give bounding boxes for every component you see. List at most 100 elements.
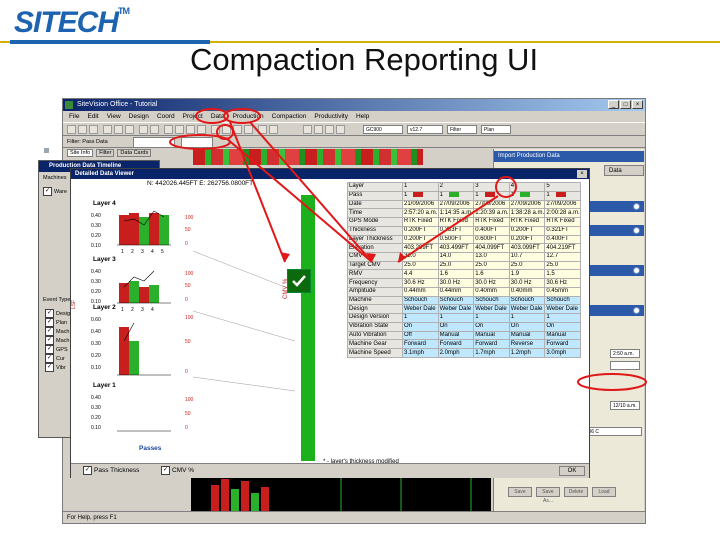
zoom-out-icon[interactable] — [175, 125, 184, 134]
save-as-button[interactable]: Save As... — [536, 487, 560, 504]
load-button[interactable]: Load — [592, 487, 616, 497]
table-cell[interactable]: On — [544, 321, 581, 332]
measure-icon[interactable] — [303, 125, 312, 134]
table-cell[interactable]: 0.40mm — [473, 286, 510, 297]
menu-coord[interactable]: Coord — [157, 111, 175, 122]
table-cell[interactable]: 1:38:28 a.m. — [508, 208, 546, 219]
print-icon[interactable] — [139, 125, 148, 134]
table-cell[interactable]: 1 — [437, 190, 475, 201]
table-cell[interactable]: RTK Fixed — [473, 217, 510, 227]
table-cell[interactable]: Manual — [473, 330, 510, 341]
production-icon[interactable] — [222, 125, 231, 134]
table-cell[interactable]: 25.0 — [473, 260, 510, 271]
table-cell[interactable]: 27/09/2006 — [437, 199, 475, 210]
table-cell[interactable]: 33.0 — [402, 251, 439, 262]
table-cell[interactable]: 13.0 — [473, 251, 510, 262]
maximize-button[interactable]: □ — [620, 100, 631, 109]
report-icon[interactable] — [233, 125, 242, 134]
table-cell[interactable]: Schouch — [473, 295, 510, 306]
table-cell[interactable]: Weber Dale — [437, 304, 475, 315]
menu-production[interactable]: Production — [233, 111, 264, 122]
table-cell[interactable]: Manual — [437, 330, 475, 341]
table-cell[interactable]: 3.1mph — [402, 348, 439, 358]
table-cell[interactable]: 0.600FT — [473, 234, 510, 245]
table-cell[interactable]: Off — [402, 330, 439, 341]
table-cell[interactable]: 0.44mm — [437, 286, 475, 297]
paste-icon[interactable] — [125, 125, 134, 134]
table-cell[interactable]: Forward — [402, 339, 439, 350]
pan-icon[interactable] — [186, 125, 195, 134]
table-cell[interactable]: On — [473, 321, 510, 332]
table-cell[interactable]: 27/09/2006 — [473, 199, 510, 210]
table-cell[interactable]: RTK Fixed — [508, 217, 546, 227]
data-button[interactable]: Data — [604, 165, 644, 176]
table-cell[interactable]: 5 — [544, 182, 581, 192]
table-cell[interactable]: 1 — [437, 313, 475, 323]
table-cell[interactable]: 1 — [473, 313, 510, 323]
table-cell[interactable]: 1:20:39 a.m. — [473, 208, 510, 219]
table-cell[interactable]: 0.44mm — [402, 286, 439, 297]
time-start-combo[interactable]: 12/10 a.m. — [610, 401, 640, 410]
table-cell[interactable]: 30.6 Hz — [402, 278, 439, 288]
chart-icon[interactable] — [244, 125, 253, 134]
table-cell[interactable]: 0.500FT — [437, 234, 475, 245]
coord-field[interactable] — [181, 137, 213, 148]
table-cell[interactable]: On — [437, 321, 475, 332]
event-item[interactable]: ✓ GPS — [45, 345, 70, 354]
table-cell[interactable]: 403.099FT — [508, 243, 546, 253]
table-cell[interactable]: 25.0 — [402, 260, 439, 271]
table-cell[interactable]: 25.0 — [508, 260, 546, 271]
table-cell[interactable]: 1.7mph — [473, 348, 510, 358]
table-cell[interactable]: 0.200FT — [402, 234, 439, 245]
table-cell[interactable]: 3 — [473, 182, 510, 192]
event-item[interactable]: ✓ Desig — [45, 309, 70, 318]
table-cell[interactable]: 3.0mph — [544, 348, 581, 358]
expand-icon[interactable] — [633, 267, 640, 274]
tab-filter[interactable]: Filter — [96, 149, 115, 157]
table-cell[interactable]: 0.400FT — [473, 225, 510, 236]
table-cell[interactable]: Manual — [544, 330, 581, 341]
table-cell[interactable]: Weber Dale — [402, 304, 439, 315]
table-cell[interactable]: Forward — [437, 339, 475, 350]
expand-icon[interactable] — [633, 227, 640, 234]
table-cell[interactable]: 1 — [544, 313, 581, 323]
machine-combo[interactable]: GC900 — [363, 125, 403, 134]
table-cell[interactable]: 1 — [508, 313, 546, 323]
table-cell[interactable]: 0.200FT — [508, 234, 546, 245]
table-cell[interactable]: 1.6 — [437, 269, 475, 280]
table-cell[interactable]: On — [402, 321, 439, 332]
import-production-header[interactable]: Import Production Data — [494, 151, 644, 162]
table-cell[interactable]: RTK Fixed — [544, 217, 581, 227]
table-cell[interactable]: Schouch — [402, 295, 439, 306]
close-button[interactable]: × — [632, 100, 643, 109]
table-cell[interactable]: On — [508, 321, 546, 332]
save-icon[interactable] — [89, 125, 98, 134]
table-cell[interactable]: 10.7 — [508, 251, 546, 262]
save-button[interactable]: Save — [508, 487, 532, 497]
table-cell[interactable]: Schouch — [508, 295, 546, 306]
table-cell[interactable]: 0.321FT — [544, 225, 581, 236]
table-cell[interactable]: Weber Dale — [473, 304, 510, 315]
filter-value-field[interactable] — [133, 137, 175, 148]
menu-help[interactable]: Help — [356, 111, 369, 122]
table-cell[interactable]: 14.0 — [437, 251, 475, 262]
flag-icon[interactable] — [314, 125, 323, 134]
time-combo[interactable]: 2:50 a.m. — [610, 349, 640, 358]
table-cell[interactable]: 1 — [402, 182, 439, 192]
table-cell[interactable]: 25.0 — [544, 260, 581, 271]
expand-icon[interactable] — [633, 307, 640, 314]
table-cell[interactable]: 0.45mm — [544, 286, 581, 297]
minimize-button[interactable]: _ — [608, 100, 619, 109]
table-cell[interactable]: 1 — [473, 190, 510, 201]
zoom-in-icon[interactable] — [164, 125, 173, 134]
table-cell[interactable]: 2 — [437, 182, 475, 192]
menu-view[interactable]: View — [107, 111, 121, 122]
table-cell[interactable]: 0.200FT — [402, 225, 439, 236]
table-cell[interactable]: Schouch — [544, 295, 581, 306]
ok-button[interactable]: OK — [559, 466, 585, 476]
table-cell[interactable]: 1.6 — [473, 269, 510, 280]
new-icon[interactable] — [67, 125, 76, 134]
settings-icon[interactable] — [336, 125, 345, 134]
table-cell[interactable]: 1.5 — [544, 269, 581, 280]
filter-combo[interactable]: Filter — [447, 125, 477, 134]
